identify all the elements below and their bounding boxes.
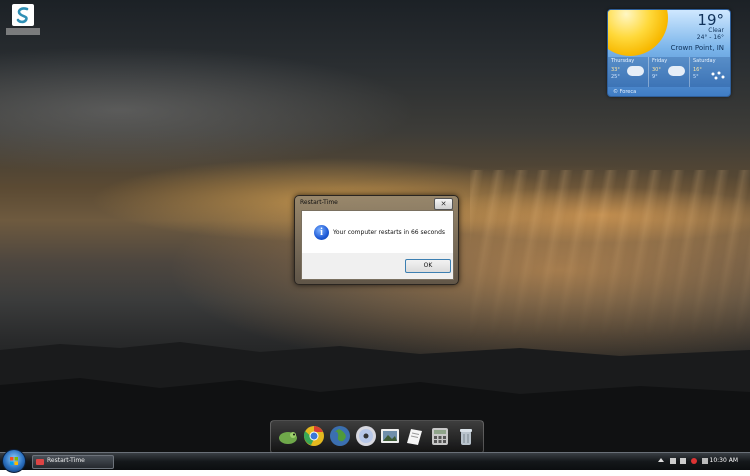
dialog-button-bar: OK (302, 253, 453, 279)
forecast-high: 33° (611, 67, 620, 73)
forecast-row: Thursday 33° 25° Friday 30° 9° Saturday … (608, 57, 730, 87)
taskbar-button-label: Restart-Time (47, 457, 85, 464)
sun-icon (608, 10, 668, 56)
swirl-app-icon (12, 4, 34, 26)
app-icon (36, 459, 44, 465)
weather-gadget[interactable]: 19° Clear 24° - 16° Crown Point, IN Thur… (607, 9, 731, 97)
recycle-bin-icon[interactable] (455, 425, 477, 447)
sun-rays (470, 170, 750, 340)
globe-icon[interactable] (329, 425, 351, 447)
snow-icon (709, 66, 726, 80)
restart-dialog: Restart-Time ✕ i Your computer restarts … (294, 195, 459, 285)
start-button[interactable] (2, 449, 26, 473)
network-icon[interactable] (670, 458, 676, 464)
close-button[interactable]: ✕ (434, 198, 453, 210)
chrome-icon[interactable] (303, 425, 325, 447)
partly-cloudy-icon (668, 66, 685, 76)
cd-media-icon[interactable] (355, 425, 377, 447)
shortcut-label (6, 28, 40, 35)
forecast-day: Saturday 16° 5° (689, 57, 730, 87)
forecast-day: Thursday 33° 25° (608, 57, 648, 87)
weather-provider[interactable]: © Foreca (613, 89, 636, 95)
dock-bar (270, 420, 484, 454)
volume-icon[interactable] (702, 458, 708, 464)
forecast-high: 16° (693, 67, 702, 73)
taskbar: Restart-Time 10:30 AM (0, 449, 750, 473)
dialog-title: Restart-Time (300, 199, 338, 206)
show-hidden-icons-icon[interactable] (658, 458, 664, 462)
system-tray: 10:30 AM (654, 453, 750, 470)
desktop-shortcut[interactable] (6, 4, 40, 38)
current-condition: Clear (708, 27, 724, 34)
ok-button[interactable]: OK (405, 259, 451, 273)
clock[interactable]: 10:30 AM (710, 457, 738, 464)
location: Crown Point, IN (670, 44, 724, 52)
forecast-low: 25° (611, 74, 620, 80)
chameleon-icon[interactable] (277, 425, 299, 447)
forecast-high: 30° (652, 67, 661, 73)
forecast-day-name: Friday (652, 58, 668, 64)
forecast-day-name: Thursday (611, 58, 635, 64)
dialog-body: i Your computer restarts in 66 seconds O… (301, 210, 454, 280)
partly-cloudy-icon (627, 66, 644, 76)
high-low: 24° - 16° (696, 34, 724, 41)
calculator-icon[interactable] (429, 425, 451, 447)
info-icon: i (314, 225, 329, 240)
forecast-low: 9° (652, 74, 658, 80)
forecast-day: Friday 30° 9° (648, 57, 689, 87)
photo-icon[interactable] (379, 425, 401, 447)
notepad-icon[interactable] (403, 425, 425, 447)
forecast-day-name: Saturday (693, 58, 716, 64)
taskbar-button-restart-time[interactable]: Restart-Time (32, 455, 114, 469)
forecast-low: 5° (693, 74, 699, 80)
alert-icon[interactable] (691, 458, 697, 464)
signal-icon[interactable] (680, 458, 686, 464)
dialog-message: Your computer restarts in 66 seconds (333, 229, 446, 236)
